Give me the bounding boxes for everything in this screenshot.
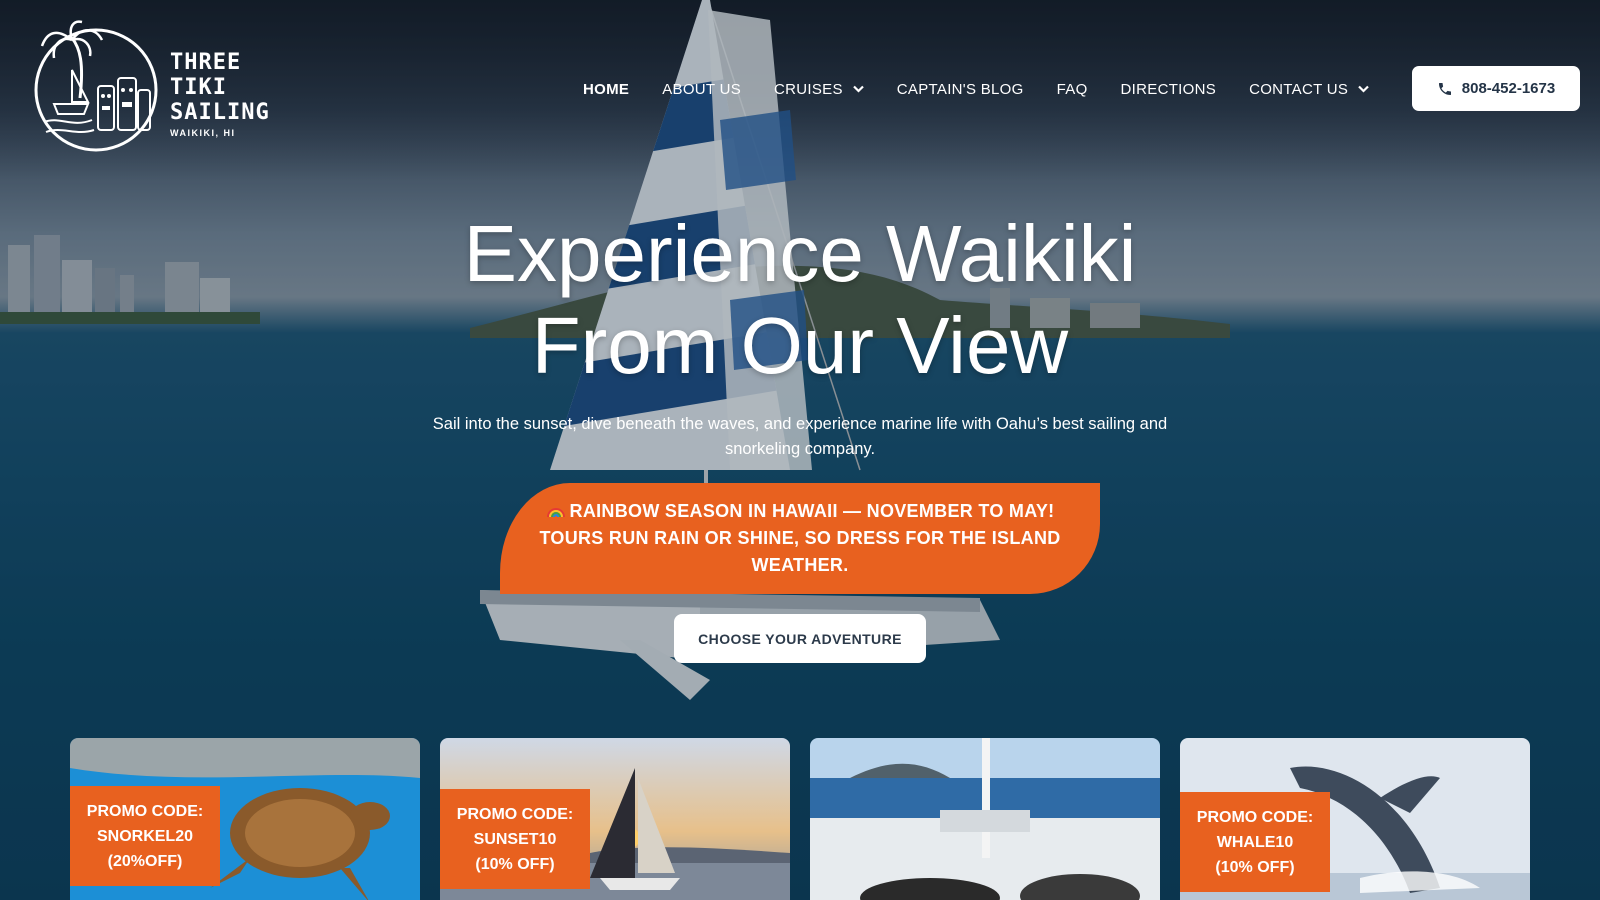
notice-text: RAINBOW SEASON IN HAWAII — NOVEMBER TO M… [539,501,1061,575]
hero-subtitle: Sail into the sunset, dive beneath the w… [432,415,1168,458]
phone-icon [1438,82,1451,95]
tiki-palm-logo-icon [34,20,158,152]
nav-item-directions[interactable]: DIRECTIONS [1121,81,1217,98]
promo-discount: (10% OFF) [1215,858,1295,876]
promo-label: PROMO CODE: [1196,808,1314,826]
nav-item-label: FAQ [1056,80,1088,98]
logo-locale: WAIKIKI, HI [170,128,236,138]
hero-title: Experience Waikiki From Our View [300,208,1300,392]
logo-word-3: SAILING [170,100,270,125]
promo-discount: (20%OFF) [107,852,183,870]
promo-badge: PROMO CODE: SNORKEL20 (20%OFF) [70,786,220,886]
promo-discount: (10% OFF) [475,855,555,873]
tour-cards: PROMO CODE: SNORKEL20 (20%OFF) PROMO COD… [70,738,1530,900]
logo-word-1: THREE [170,50,242,75]
nav-item-about-us[interactable]: ABOUT US [662,81,741,98]
nav-item-home[interactable]: HOME [583,81,629,98]
nav-item-faq[interactable]: FAQ [1057,81,1088,98]
tour-card-snorkel[interactable]: PROMO CODE: SNORKEL20 (20%OFF) [70,738,420,900]
logo-wordmark: THREE TIKI SAILING [170,50,280,125]
promo-badge: PROMO CODE: SUNSET10 (10% OFF) [440,789,590,889]
nav-item-label: HOME [583,80,630,98]
promo-label: PROMO CODE: [86,802,204,820]
logo-word-2: TIKI [170,75,227,100]
nav-item-label: ABOUT US [662,80,742,98]
promo-code: SUNSET10 [473,830,557,848]
nav-item-label: DIRECTIONS [1120,80,1217,98]
tour-card-catamaran[interactable] [810,738,1160,900]
phone-call-button[interactable]: 808-452-1673 [1412,66,1580,111]
nav-item-contact-us[interactable]: CONTACT US [1249,81,1369,98]
promo-label: PROMO CODE: [456,805,574,823]
chevron-down-icon [853,85,864,93]
nav-item-cruises[interactable]: CRUISES [774,81,864,98]
nav-item-label: CRUISES [774,80,843,98]
hero-title-line-2: From Our View [531,301,1069,390]
phone-number: 808-452-1673 [1461,80,1556,97]
tour-card-whale[interactable]: PROMO CODE: WHALE10 (10% OFF) [1180,738,1530,900]
nav-item-label: CONTACT US [1249,80,1349,98]
hero-title-line-1: Experience Waikiki [463,209,1137,298]
main-navigation: HOME ABOUT US CRUISES CAPTAIN'S BLOG FAQ… [583,76,1369,102]
chevron-down-icon [1358,85,1369,93]
promo-code: SNORKEL20 [96,827,193,845]
promo-code: WHALE10 [1216,833,1294,851]
promo-badge: PROMO CODE: WHALE10 (10% OFF) [1180,792,1330,892]
nav-item-label: CAPTAIN'S BLOG [896,80,1024,98]
catamaran-deck-photo [810,738,1160,900]
choose-adventure-button[interactable]: CHOOSE YOUR ADVENTURE [674,614,926,663]
tour-card-sunset[interactable]: PROMO CODE: SUNSET10 (10% OFF) [440,738,790,900]
site-logo[interactable]: THREE TIKI SAILING WAIKIKI, HI [32,18,272,160]
rainbow-icon [546,508,565,518]
nav-item-captains-blog[interactable]: CAPTAIN'S BLOG [897,81,1024,98]
rainbow-season-notice: RAINBOW SEASON IN HAWAII — NOVEMBER TO M… [500,483,1100,594]
